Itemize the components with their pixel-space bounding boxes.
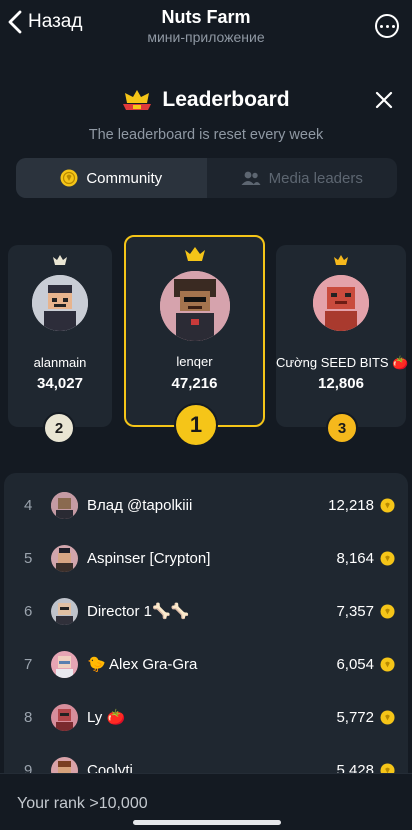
list-item[interactable]: 4 Влад @tapolkiii 12,218 <box>4 485 408 525</box>
avatar <box>51 597 78 625</box>
tab-community-label: Community <box>86 169 163 187</box>
list-item[interactable]: 7 🐤 Alex Gra-Gra 6,054 <box>4 644 408 684</box>
podium-name: Cường SEED BITS 🍅 <box>276 355 409 370</box>
podium-name: lenqer <box>176 354 213 369</box>
list-name: Aspinser [Crypton] <box>87 549 211 567</box>
avatar <box>313 275 369 331</box>
podium-name: alanmain <box>33 355 87 370</box>
coin-icon <box>60 169 78 187</box>
leaderboard-header: Leaderboard <box>0 86 412 114</box>
close-icon[interactable] <box>374 90 394 110</box>
list-score: 7,357 <box>336 602 374 620</box>
coin-icon <box>380 603 395 619</box>
podium-score: 34,027 <box>37 375 83 392</box>
rank-badge-first: 1 <box>174 403 218 447</box>
users-icon <box>241 171 261 185</box>
podium-score: 12,806 <box>318 375 364 392</box>
avatar <box>51 650 78 678</box>
home-indicator[interactable] <box>133 820 281 825</box>
rank-badge-third: 3 <box>326 412 358 444</box>
list-rank: 5 <box>24 549 33 567</box>
avatar <box>32 275 88 331</box>
reset-notice: The leaderboard is reset every week <box>88 127 324 143</box>
coin-icon <box>380 656 395 672</box>
avatar <box>51 703 78 731</box>
list-item[interactable]: 8 Ly 🍅 5,772 <box>4 697 408 737</box>
app-top-bar: Назад Nuts Farm мини-приложение <box>0 0 412 52</box>
avatar <box>51 756 78 773</box>
list-rank: 6 <box>24 602 33 620</box>
podium-card-third[interactable]: Cường SEED BITS 🍅 12,806 <box>276 245 409 427</box>
list-score: 12,218 <box>328 496 374 514</box>
leaders-list[interactable]: 4 Влад @tapolkiii 12,218 5 Aspinser [Cry… <box>4 473 408 773</box>
list-name: Director 1🦴🦴 <box>87 603 190 620</box>
crown-icon <box>184 247 205 261</box>
crown-icon <box>53 255 67 265</box>
coin-icon <box>380 709 395 725</box>
list-score: 6,054 <box>336 655 374 673</box>
tab-media-leaders-label: Media leaders <box>268 169 363 187</box>
podium-card-first[interactable]: lenqer 47,216 <box>124 235 265 427</box>
avatar <box>51 544 78 572</box>
list-score: 5,772 <box>336 708 374 726</box>
leaderboard-crown-icon <box>123 90 152 110</box>
crown-icon <box>334 255 348 265</box>
avatar <box>159 271 230 341</box>
list-score: 5,428 <box>336 761 374 774</box>
tab-community[interactable]: Community <box>16 158 207 198</box>
podium-score: 47,216 <box>171 375 218 392</box>
app-subtitle: мини-приложение <box>147 29 265 45</box>
tab-media-leaders[interactable]: Media leaders <box>207 158 398 198</box>
list-rank: 7 <box>24 655 33 673</box>
list-score: 8,164 <box>336 549 374 567</box>
rank-badge-second: 2 <box>43 412 75 444</box>
your-rank-text: Your rank >10,000 <box>17 795 148 812</box>
podium-card-second[interactable]: alanmain 34,027 <box>8 245 112 427</box>
more-options-icon[interactable] <box>375 14 399 38</box>
app-title: Nuts Farm <box>161 7 251 27</box>
list-item[interactable]: 9 Coolyti 5,428 <box>4 750 408 773</box>
leaderboard-title: Leaderboard <box>162 88 290 111</box>
leaderboard-tabs: Community Media leaders <box>16 158 397 198</box>
list-name: Coolyti <box>87 761 133 774</box>
list-rank: 8 <box>24 708 33 726</box>
coin-icon <box>380 550 395 566</box>
coin-icon <box>380 762 395 773</box>
list-rank: 9 <box>24 761 33 774</box>
list-name: Влад @tapolkiii <box>87 496 193 514</box>
list-name: Ly 🍅 <box>87 709 126 726</box>
list-name: 🐤 Alex Gra-Gra <box>87 656 198 673</box>
list-item[interactable]: 5 Aspinser [Crypton] 8,164 <box>4 538 408 578</box>
list-rank: 4 <box>24 496 33 514</box>
coin-icon <box>380 497 395 513</box>
avatar <box>51 491 78 519</box>
list-item[interactable]: 6 Director 1🦴🦴 7,357 <box>4 591 408 631</box>
